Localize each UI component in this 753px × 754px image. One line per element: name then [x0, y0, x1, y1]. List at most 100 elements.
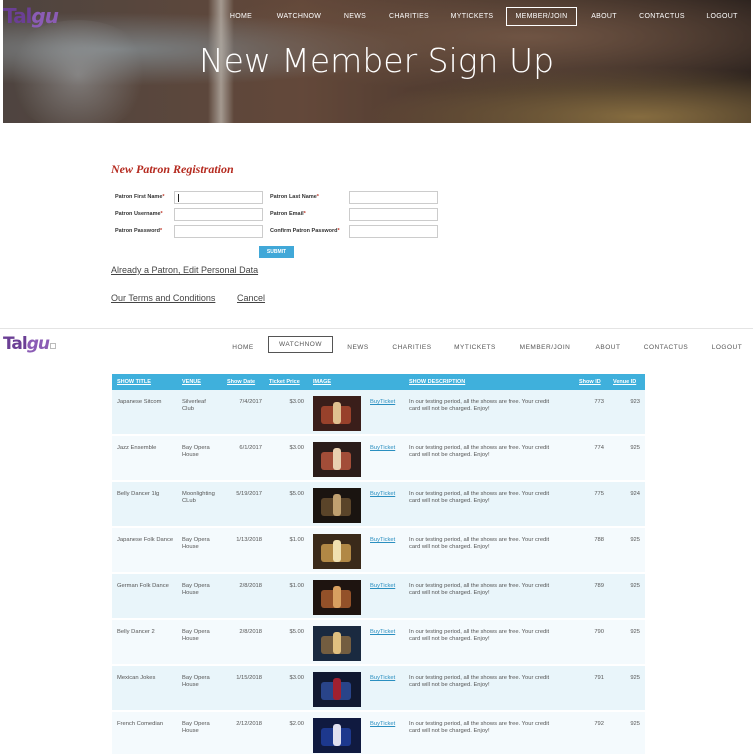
registration-form: New Patron Registration Patron First Nam… — [0, 123, 753, 328]
show-image[interactable] — [313, 488, 361, 523]
nav-charities[interactable]: CHARITIES — [386, 339, 438, 356]
col-show-description[interactable]: SHOW DESCRIPTION — [409, 374, 465, 390]
show-image[interactable] — [313, 626, 361, 661]
first-name-label-text: Patron First Name — [115, 194, 163, 200]
nav-watchnow[interactable]: WATCHNOW — [268, 336, 333, 353]
edit-patron-link[interactable]: Already a Patron, Edit Personal Data — [111, 265, 258, 275]
show-description-line-2: card will not be charged. Enjoy! — [409, 590, 490, 596]
buy-ticket-link[interactable]: BuyTicket — [370, 491, 395, 498]
show-image[interactable] — [313, 442, 361, 477]
show-id: 774 — [594, 445, 604, 451]
confirm-password-input[interactable] — [349, 225, 438, 238]
show-id: 789 — [594, 583, 604, 589]
nav-contactus[interactable]: CONTACTUS — [633, 7, 691, 27]
form-title: New Patron Registration — [111, 162, 234, 176]
username-label-text: Patron Username — [115, 211, 161, 217]
show-date: 1/13/2018 — [236, 537, 262, 543]
nav-logout[interactable]: LOGOUT — [700, 7, 744, 27]
show-description-line-1: In our testing period, all the shows are… — [409, 445, 550, 451]
nav-mytickets[interactable]: MYTICKETS — [446, 7, 498, 27]
venue-line-2: House — [182, 682, 199, 688]
show-description-line-2: card will not be charged. Enjoy! — [409, 498, 490, 504]
col-venue[interactable]: VENUE — [182, 374, 201, 390]
show-id: 775 — [594, 491, 604, 497]
email-input[interactable] — [349, 208, 438, 221]
venue-line-1: Bay Opera — [182, 583, 210, 589]
ticket-price: $3.00 — [289, 675, 304, 681]
venue-id: 925 — [630, 583, 640, 589]
submit-button[interactable]: SUBMIT — [259, 246, 294, 258]
table-row: Belly Dancer 1lg Moonlighting CLub 5/19/201… — [112, 482, 645, 527]
nav-mytickets[interactable]: MYTICKETS — [449, 339, 501, 356]
show-image[interactable] — [313, 580, 361, 615]
venue-line-2: House — [182, 636, 199, 642]
show-image[interactable] — [313, 672, 361, 707]
text-cursor — [178, 194, 179, 202]
col-ticket-price[interactable]: Ticket Price — [269, 374, 300, 390]
nav-news[interactable]: NEWS — [341, 339, 375, 356]
nav-news[interactable]: NEWS — [338, 7, 372, 27]
show-description-line-2: card will not be charged. Enjoy! — [409, 406, 490, 412]
buy-ticket-link[interactable]: BuyTicket — [370, 629, 395, 636]
required-mark: * — [159, 228, 163, 234]
table-row: Belly Dancer 2 Bay Opera House 2/8/2018 $5.0… — [112, 620, 645, 665]
buy-ticket-link[interactable]: BuyTicket — [370, 721, 395, 728]
venue-line-2: House — [182, 728, 199, 734]
password-input[interactable] — [174, 225, 263, 238]
show-date: 2/8/2018 — [239, 583, 262, 589]
last-name-input[interactable] — [349, 191, 438, 204]
venue-id: 924 — [630, 491, 640, 497]
last-name-label-text: Patron Last Name — [270, 194, 317, 200]
top-nav: HOME WATCHNOW NEWS CHARITIES MYTICKETS M… — [0, 7, 753, 27]
show-description-line-2: card will not be charged. Enjoy! — [409, 682, 490, 688]
table-row: French Comedian Bay Opera House 2/12/2018 $2… — [112, 712, 645, 754]
nav-watchnow[interactable]: WATCHNOW — [270, 7, 328, 27]
nav-about[interactable]: ABOUT — [586, 7, 622, 27]
col-show-id[interactable]: Show ID — [579, 374, 601, 390]
ticket-price: $1.00 — [289, 583, 304, 589]
show-date: 5/19/2017 — [236, 491, 262, 497]
nav-charities[interactable]: CHARITIES — [383, 7, 435, 27]
venue-line-1: Moonlighting — [182, 491, 215, 497]
venue-line-1: Bay Opera — [182, 675, 210, 681]
nav-logout[interactable]: LOGOUT — [706, 339, 748, 356]
col-show-title[interactable]: SHOW TITLE — [117, 374, 151, 390]
nav-member-join[interactable]: MEMBER/JOIN — [514, 339, 576, 356]
buy-ticket-link[interactable]: BuyTicket — [370, 537, 395, 544]
show-title: German Folk Dance — [117, 583, 169, 589]
nav-member-join[interactable]: MEMBER/JOIN — [506, 7, 577, 26]
col-image[interactable]: IMAGE — [313, 374, 331, 390]
show-image[interactable] — [313, 396, 361, 431]
venue-id: 925 — [630, 721, 640, 727]
nav-contactus[interactable]: CONTACTUS — [638, 339, 694, 356]
username-input[interactable] — [174, 208, 263, 221]
cancel-link[interactable]: Cancel — [237, 293, 265, 303]
confirm-password-label-text: Confirm Patron Password — [270, 228, 338, 234]
logo[interactable]: Talgu — [3, 334, 56, 354]
logo-mark-icon — [50, 343, 56, 349]
show-image[interactable] — [313, 534, 361, 569]
table-row: Japanese Sitcom Silverleaf Club 7/4/2017 $3.… — [112, 390, 645, 435]
venue-line-1: Bay Opera — [182, 721, 210, 727]
show-description-line-2: card will not be charged. Enjoy! — [409, 728, 490, 734]
buy-ticket-link[interactable]: BuyTicket — [370, 675, 395, 682]
show-date: 7/4/2017 — [239, 399, 262, 405]
nav-about[interactable]: ABOUT — [589, 339, 627, 356]
buy-ticket-link[interactable]: BuyTicket — [370, 399, 395, 406]
col-show-date[interactable]: Show Date — [227, 374, 255, 390]
table-row: Japanese Folk Dance Bay Opera House 1/13/20… — [112, 528, 645, 573]
col-venue-id[interactable]: Venue ID — [613, 374, 636, 390]
show-description-line-1: In our testing period, all the shows are… — [409, 583, 550, 589]
nav-home[interactable]: HOME — [222, 7, 260, 27]
ticket-price: $3.00 — [289, 445, 304, 451]
venue-line-2: CLub — [182, 498, 196, 504]
nav-home[interactable]: HOME — [225, 339, 261, 356]
show-image[interactable] — [313, 718, 361, 753]
buy-ticket-link[interactable]: BuyTicket — [370, 583, 395, 590]
show-date: 1/15/2018 — [236, 675, 262, 681]
first-name-input[interactable] — [174, 191, 263, 204]
buy-ticket-link[interactable]: BuyTicket — [370, 445, 395, 452]
ticket-price: $5.00 — [289, 629, 304, 635]
terms-link[interactable]: Our Terms and Conditions — [111, 293, 215, 303]
venue-line-2: House — [182, 590, 199, 596]
